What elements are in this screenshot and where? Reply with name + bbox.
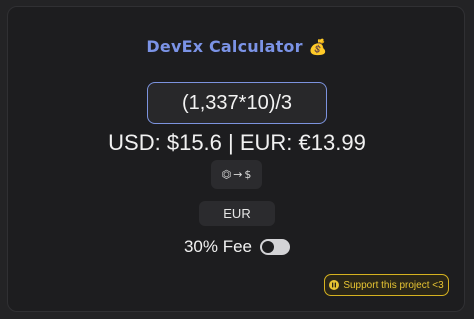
robux-icon: ⏣: [221, 168, 232, 181]
app-title-text: DevEx Calculator: [146, 37, 303, 56]
fee-toggle[interactable]: [260, 239, 291, 255]
fee-label: 30% Fee: [183, 237, 253, 256]
conversion-result: USD: $15.6 | EUR: €13.99: [108, 130, 366, 155]
support-project-button[interactable]: Support this project <3: [324, 274, 449, 296]
convert-direction-button[interactable]: ⏣ → $: [211, 160, 262, 189]
toggle-knob: [262, 241, 275, 253]
app-title: DevEx Calculator 💰: [0, 37, 474, 56]
money-bag-icon: 💰: [308, 38, 328, 56]
dollar-icon: $: [244, 168, 252, 181]
support-label: Support this project <3: [343, 279, 444, 291]
support-icon: [329, 280, 340, 290]
expression-input[interactable]: [147, 82, 327, 124]
currency-select-button[interactable]: EUR: [199, 201, 275, 226]
arrow-right-icon: →: [233, 168, 243, 181]
fee-row: 30% Fee: [0, 237, 474, 257]
